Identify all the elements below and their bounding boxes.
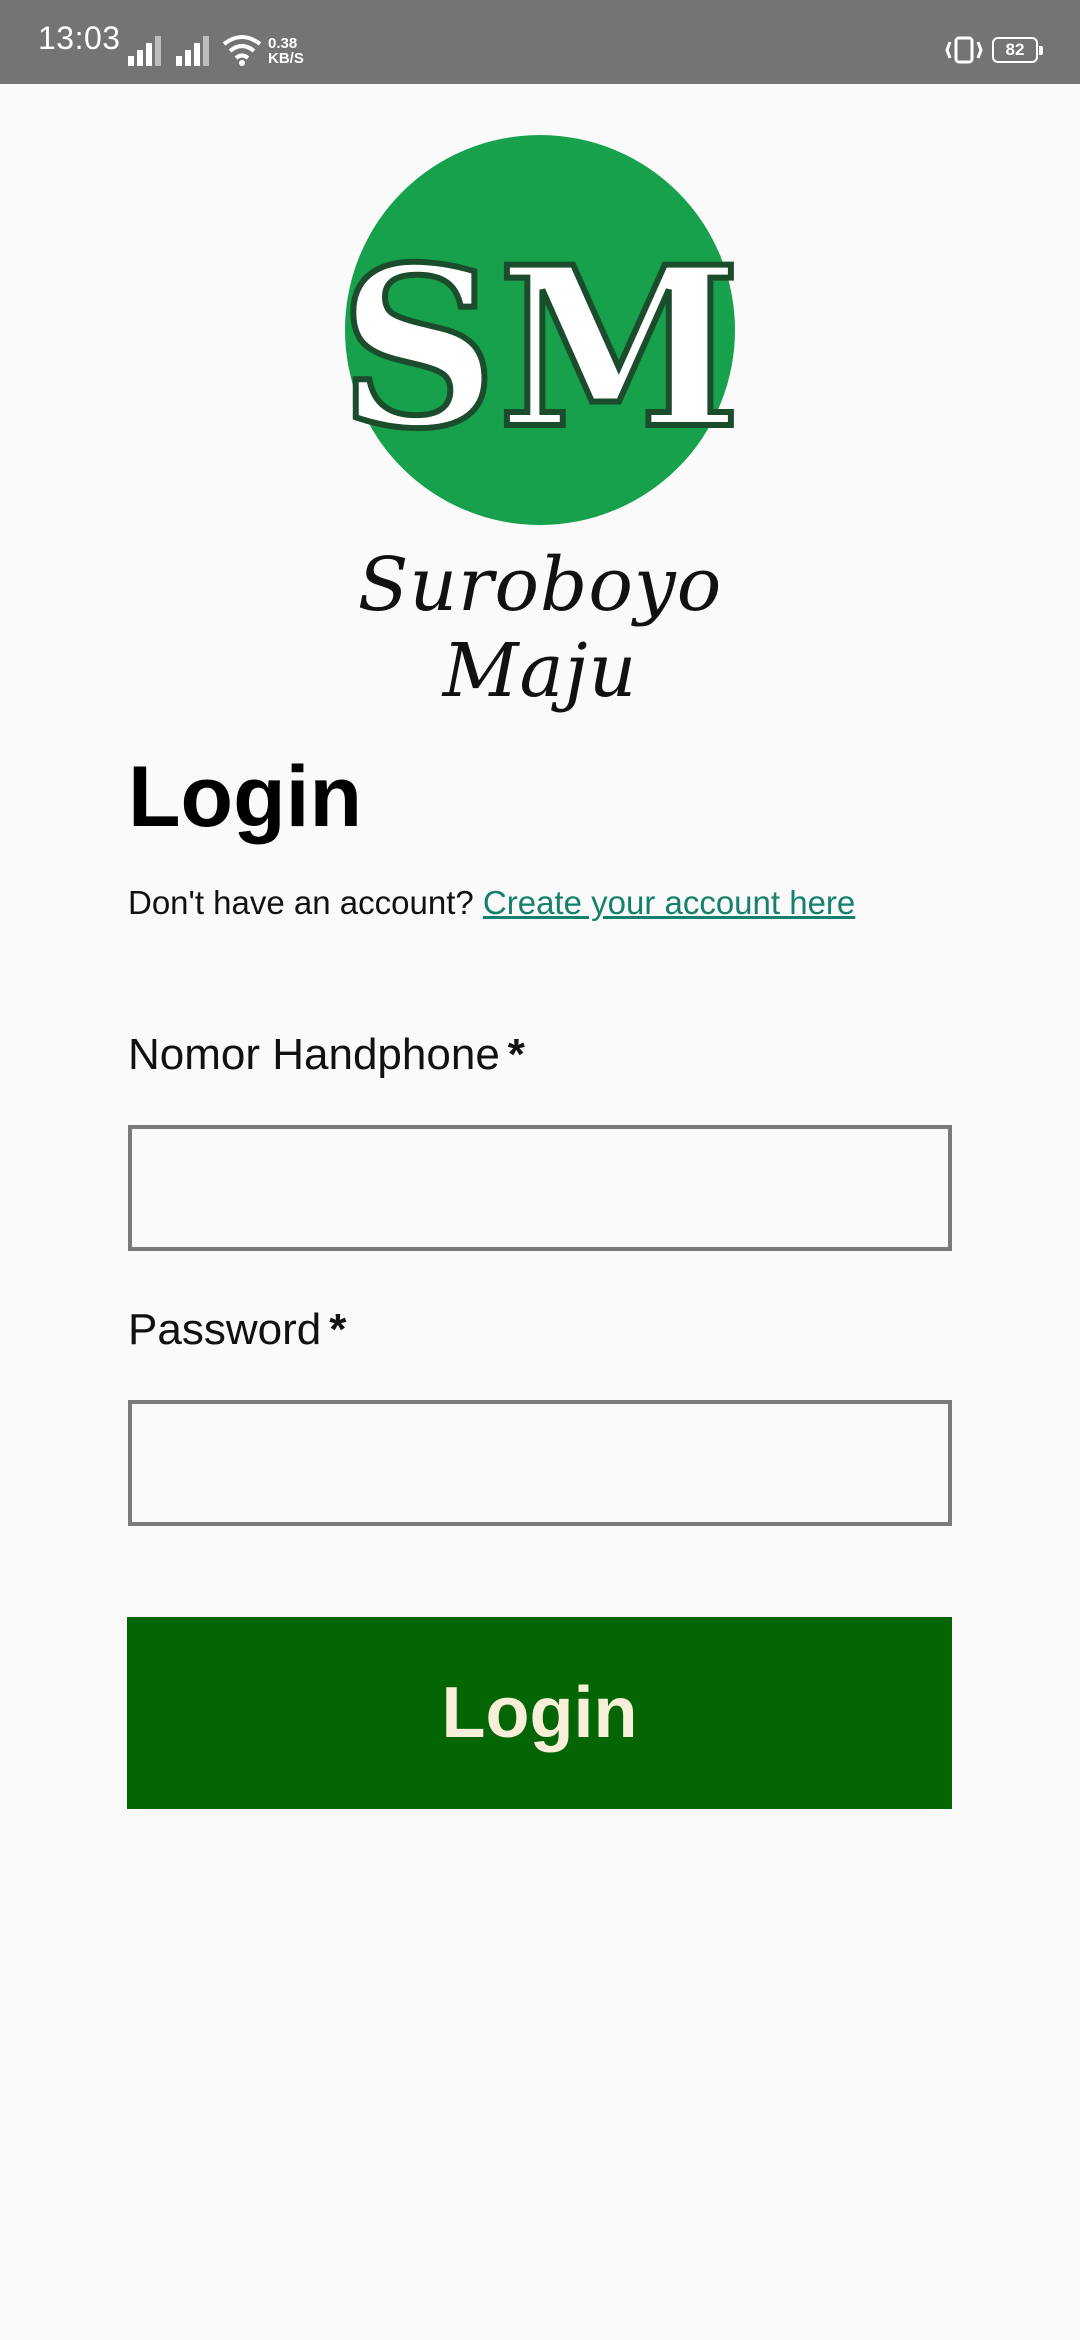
- wifi-icon: [222, 35, 262, 66]
- brand-name: Suroboyo Maju: [357, 542, 723, 714]
- logo-monogram: SM: [336, 215, 744, 480]
- password-label: Password *: [128, 1305, 346, 1355]
- signal-icon: [128, 36, 161, 66]
- logo-monogram-text: SM: [339, 218, 741, 477]
- network-speed-unit: KB/S: [268, 50, 304, 67]
- required-mark: *: [507, 1030, 525, 1079]
- status-time: 13:03: [38, 20, 121, 56]
- phone-label: Nomor Handphone *: [128, 1030, 525, 1080]
- required-mark: *: [329, 1305, 347, 1354]
- password-input[interactable]: [128, 1400, 952, 1526]
- network-speed: 0.38 KB/S: [268, 36, 304, 66]
- signup-prompt: Don't have an account? Create your accou…: [128, 884, 855, 922]
- page-title: Login: [128, 749, 363, 845]
- phone-label-text: Nomor Handphone: [128, 1030, 500, 1079]
- battery-level: 82: [1005, 40, 1025, 59]
- battery-icon: 82: [992, 37, 1043, 63]
- brand-logo: SM Suroboyo Maju: [310, 130, 770, 714]
- login-button[interactable]: Login: [127, 1617, 952, 1809]
- vibrate-icon: [945, 36, 983, 64]
- phone-input[interactable]: [128, 1125, 952, 1251]
- create-account-link[interactable]: Create your account here: [483, 884, 855, 921]
- password-label-text: Password: [128, 1305, 322, 1354]
- network-speed-value: 0.38: [268, 35, 298, 52]
- signal-icon: [176, 36, 209, 66]
- signup-prompt-text: Don't have an account?: [128, 884, 483, 921]
- status-bar: 13:03 0.38 KB/S 82: [0, 0, 1080, 84]
